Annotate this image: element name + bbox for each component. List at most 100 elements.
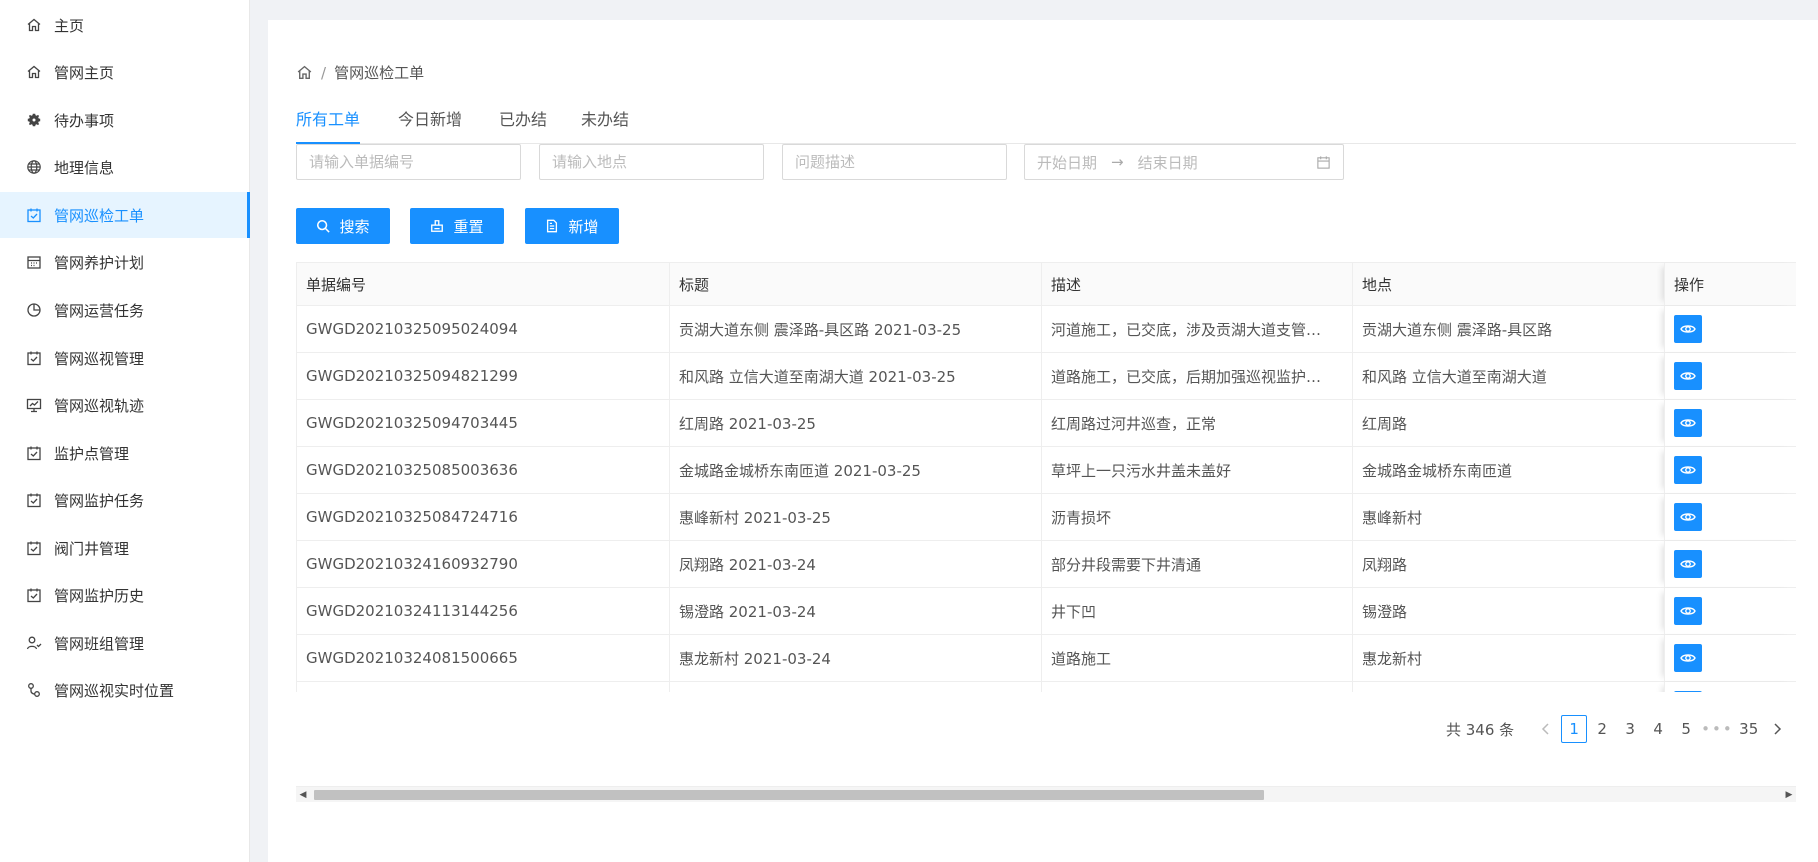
sidebar-item-5[interactable]: 管网养护计划 <box>0 239 250 285</box>
title-cell: 锡澄路 2021-03-24 <box>669 588 1041 634</box>
sidebar-item-12[interactable]: 管网监护历史 <box>0 572 250 618</box>
sidebar-item-4[interactable]: 管网巡检工单 <box>0 192 250 238</box>
location-input[interactable] <box>539 144 764 180</box>
tab-completed[interactable]: 已办结 <box>499 106 547 144</box>
sidebar-item-11[interactable]: 阀门井管理 <box>0 525 250 571</box>
order-no-input[interactable] <box>296 144 521 180</box>
reset-button[interactable]: 重置 <box>410 208 504 244</box>
sidebar-item-label: 管网巡视管理 <box>54 349 145 368</box>
pagination: 共 346 条 1 2 3 4 5 ••• 35 <box>1446 714 1791 744</box>
monitor-chart-icon <box>26 397 42 413</box>
title-cell-text: 锡澄路 2021-03-24 <box>679 602 816 621</box>
column-header-description[interactable]: 描述 <box>1041 263 1352 305</box>
sidebar-item-3[interactable]: 地理信息 <box>0 144 250 190</box>
eye-icon <box>1680 650 1696 666</box>
actions-cell <box>1664 682 1796 692</box>
sidebar-item-0[interactable]: 主页 <box>0 2 250 48</box>
home-icon[interactable] <box>296 64 313 81</box>
column-header-order-no[interactable]: 单据编号 <box>296 263 669 305</box>
more-pages-ellipsis[interactable]: ••• <box>1701 715 1734 743</box>
reset-button-label: 重置 <box>453 217 484 236</box>
table-row[interactable]: GWGD20210325094703445 红周路 2021-03-25 红周路过河… <box>296 400 1796 447</box>
breadcrumb: / 管网巡检工单 <box>296 62 424 83</box>
table-row[interactable]: GWGD20210323152148980新金匮路（光前桥） 2021-03-2… <box>296 682 1796 692</box>
description-input[interactable] <box>782 144 1007 180</box>
sidebar-item-1[interactable]: 管网主页 <box>0 49 250 95</box>
view-button[interactable] <box>1674 456 1702 484</box>
order-no-cell-text: GWGD20210325094703445 <box>306 414 518 432</box>
sidebar-item-label: 管网主页 <box>54 63 115 82</box>
order-no-cell: GWGD20210325085003636 <box>296 447 669 493</box>
page-last[interactable]: 35 <box>1736 715 1762 743</box>
tab-all-orders[interactable]: 所有工单 <box>296 106 361 144</box>
sidebar-item-label: 管网班组管理 <box>54 634 145 653</box>
actions-cell <box>1664 400 1796 446</box>
table-row[interactable]: GWGD20210324160932790 凤翔路 2021-03-24 部分井段需… <box>296 541 1796 588</box>
home-icon <box>26 64 42 80</box>
eye-icon <box>1680 603 1696 619</box>
scroll-right-arrow-icon[interactable]: ▶ <box>1782 787 1796 803</box>
description-cell-text: 红周路过河井巡查，正常 <box>1051 414 1217 433</box>
sidebar-item-10[interactable]: 管网监护任务 <box>0 477 250 523</box>
sidebar-item-6[interactable]: 管网运营任务 <box>0 287 250 333</box>
sidebar-item-7[interactable]: 管网巡视管理 <box>0 335 250 381</box>
sidebar-item-label: 管网巡视轨迹 <box>54 396 145 415</box>
add-button[interactable]: 新增 <box>525 208 619 244</box>
column-header-location[interactable]: 地点 <box>1352 263 1664 305</box>
table-row[interactable]: GWGD20210325095024094 贡湖大道东侧 震泽路-具区路 2021… <box>296 306 1796 353</box>
next-page-icon[interactable] <box>1764 715 1790 743</box>
date-range-picker[interactable]: 开始日期 → 结束日期 <box>1024 144 1344 180</box>
description-cell-text: 道路施工 <box>1051 649 1112 668</box>
table-row[interactable]: GWGD20210325085003636 金城路金城桥东南匝道 2021-03-… <box>296 447 1796 494</box>
search-icon <box>316 219 331 233</box>
main-panel: / 管网巡检工单 所有工单 今日新增 已办结 未办结 开始日期 → 结束日期 搜… <box>268 20 1818 862</box>
order-no-cell-text: GWGD20210324081500665 <box>306 649 518 667</box>
checkbox-calendar-icon <box>26 540 42 556</box>
scroll-left-arrow-icon[interactable]: ◀ <box>296 787 310 803</box>
table-row[interactable]: GWGD20210324081500665 惠龙新村 2021-03-24 道路施工… <box>296 635 1796 682</box>
table-row[interactable]: GWGD20210325084724716 惠峰新村 2021-03-25 沥青损坏… <box>296 494 1796 541</box>
view-button[interactable] <box>1674 644 1702 672</box>
sidebar-item-13[interactable]: 管网班组管理 <box>0 620 250 666</box>
location-cell: 惠峰新村 <box>1352 494 1664 540</box>
description-cell-text: 井下凹 <box>1051 602 1097 621</box>
page-5[interactable]: 5 <box>1673 715 1699 743</box>
description-cell: 部分井段需要下井清通 <box>1041 541 1352 587</box>
checkbox-calendar-icon <box>26 492 42 508</box>
location-cell: 新金匮路（光前桥） <box>1352 682 1664 692</box>
view-button[interactable] <box>1674 315 1702 343</box>
page-2[interactable]: 2 <box>1589 715 1615 743</box>
search-button-label: 搜索 <box>339 217 370 236</box>
location-cell-text: 惠龙新村 <box>1362 649 1423 668</box>
tab-today-new[interactable]: 今日新增 <box>398 106 462 144</box>
table-row[interactable]: GWGD20210325094821299 和风路 立信大道至南湖大道 2021-… <box>296 353 1796 400</box>
order-no-cell: GWGD20210325094821299 <box>296 353 669 399</box>
page-1[interactable]: 1 <box>1561 715 1588 743</box>
view-button[interactable] <box>1674 597 1702 625</box>
actions-cell <box>1664 447 1796 493</box>
view-button[interactable] <box>1674 503 1702 531</box>
horizontal-scrollbar[interactable]: ◀ ▶ <box>296 786 1796 802</box>
page-3[interactable]: 3 <box>1617 715 1643 743</box>
view-button[interactable] <box>1674 362 1702 390</box>
scrollbar-thumb[interactable] <box>314 790 1264 800</box>
column-header-title[interactable]: 标题 <box>669 263 1041 305</box>
search-button[interactable]: 搜索 <box>296 208 390 244</box>
location-cell: 凤翔路 <box>1352 541 1664 587</box>
title-cell: 惠峰新村 2021-03-25 <box>669 494 1041 540</box>
title-cell-text: 金城路金城桥东南匝道 2021-03-25 <box>679 461 921 480</box>
view-button[interactable] <box>1674 691 1702 692</box>
view-button[interactable] <box>1674 550 1702 578</box>
sidebar-item-14[interactable]: 管网巡视实时位置 <box>0 667 250 713</box>
eye-icon <box>1680 321 1696 337</box>
view-button[interactable] <box>1674 409 1702 437</box>
tab-pending[interactable]: 未办结 <box>581 106 629 144</box>
description-cell: 红周路过河井巡查，正常 <box>1041 400 1352 446</box>
page-4[interactable]: 4 <box>1645 715 1671 743</box>
table-row[interactable]: GWGD20210324113144256 锡澄路 2021-03-24 井下凹 锡澄… <box>296 588 1796 635</box>
sidebar-item-8[interactable]: 管网巡视轨迹 <box>0 382 250 428</box>
prev-page-icon[interactable] <box>1533 715 1559 743</box>
add-button-label: 新增 <box>568 217 599 236</box>
sidebar-item-9[interactable]: 监护点管理 <box>0 430 250 476</box>
sidebar-item-2[interactable]: 待办事项 <box>0 97 250 143</box>
